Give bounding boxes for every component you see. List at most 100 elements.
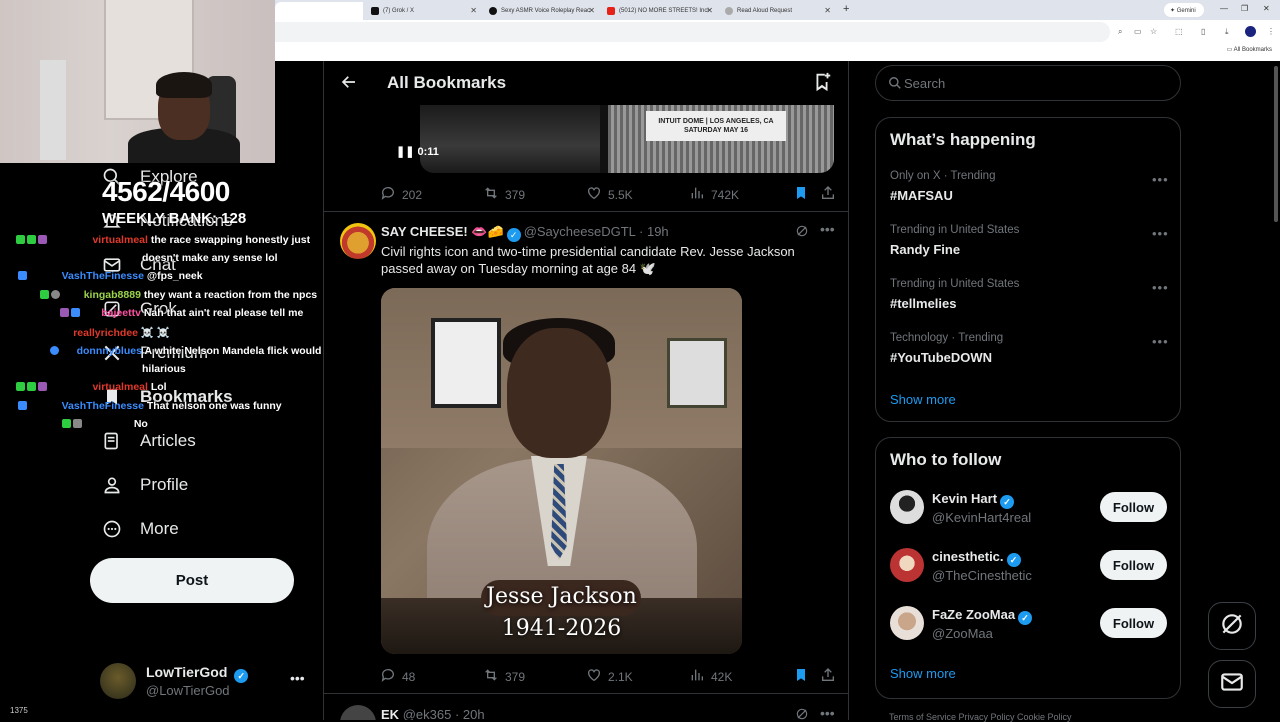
extensions-icon[interactable]: ⬚ — [1175, 27, 1183, 36]
zoom-icon[interactable]: ⌕ — [1118, 27, 1122, 37]
views-button[interactable]: 42K — [689, 667, 732, 686]
repost-button[interactable]: 379 — [483, 185, 525, 204]
nav-more[interactable]: More — [100, 514, 179, 544]
show-more-link[interactable]: Show more — [890, 392, 956, 407]
account-name[interactable]: LowTierGod ✓ — [146, 664, 251, 683]
scrollbar-thumb[interactable] — [1274, 66, 1278, 222]
reply-icon — [380, 185, 396, 204]
nav-profile[interactable]: Profile — [100, 470, 188, 500]
browser-tab-read-aloud[interactable]: Read Aloud Request ✕ — [717, 2, 835, 20]
trend-item[interactable]: #YouTubeDOWN — [890, 350, 992, 365]
reply-button[interactable]: 202 — [380, 185, 422, 204]
gemini-button[interactable]: ✦ Gemini — [1164, 3, 1204, 17]
post-image[interactable]: Jesse Jackson 1941-2026 — [381, 288, 742, 654]
grok-icon[interactable] — [795, 707, 809, 720]
messages-fab-button[interactable] — [1208, 660, 1256, 708]
articles-icon — [100, 429, 124, 453]
grok-icon[interactable] — [795, 224, 809, 241]
cast-icon[interactable]: ▭ — [1134, 27, 1142, 36]
share-button[interactable] — [820, 185, 836, 204]
verified-icon: ✓ — [1018, 611, 1033, 625]
reply-button[interactable]: 48 — [380, 667, 415, 686]
avatar[interactable] — [890, 548, 924, 582]
post-time[interactable]: · 19h — [639, 224, 669, 239]
video-media[interactable]: INTUIT DOME | LOS ANGELES, CA SATURDAY M… — [420, 105, 834, 173]
sidebar-icon[interactable]: ▯ — [1201, 27, 1205, 36]
more-horizontal-icon[interactable]: ••• — [1152, 280, 1169, 295]
footer-links[interactable]: Terms of Service Privacy Policy Cookie P… — [889, 712, 1072, 722]
reply-icon — [380, 667, 396, 686]
goal-counter: 4562/4600 — [102, 176, 230, 207]
trend-item[interactable]: #tellmelies — [890, 296, 957, 311]
star-icon[interactable]: ☆ — [1150, 27, 1157, 36]
avatar[interactable] — [340, 705, 376, 720]
share-icon — [820, 667, 836, 686]
add-bookmark-folder-icon[interactable] — [811, 71, 833, 98]
follow-button[interactable]: Follow — [1100, 550, 1167, 580]
more-horizontal-icon[interactable]: ••• — [290, 670, 305, 686]
bookmark-button[interactable] — [793, 185, 809, 204]
follow-name[interactable]: Kevin Hart ✓ — [932, 491, 1017, 509]
viewer-count: 1375 — [10, 706, 28, 715]
download-icon[interactable]: ⤓ — [1225, 27, 1229, 37]
new-tab-icon[interactable]: + — [843, 3, 849, 15]
chat-message: VashTheFinesse @fps_neek — [18, 270, 203, 282]
verified-icon: ✓ — [1006, 553, 1021, 567]
back-arrow-icon[interactable] — [340, 73, 358, 96]
more-horizontal-icon[interactable]: ••• — [1152, 172, 1169, 187]
panel-title: What’s happening — [890, 130, 1036, 149]
like-button[interactable]: 5.5K — [586, 185, 633, 204]
close-tab-icon[interactable]: ✕ — [588, 6, 595, 15]
more-horizontal-icon[interactable]: ••• — [1152, 226, 1169, 241]
chat-message: virtualmeal the race swapping honestly j… — [16, 234, 310, 246]
avatar[interactable] — [890, 490, 924, 524]
mail-icon — [1219, 669, 1245, 700]
more-horizontal-icon[interactable]: ••• — [820, 221, 835, 237]
restore-icon[interactable]: ❐ — [1241, 4, 1248, 13]
trend-item[interactable]: #MAFSAU — [890, 188, 953, 203]
post-author-handle[interactable]: @SaycheeseDGTL — [524, 224, 636, 239]
minimize-icon[interactable]: — — [1220, 4, 1228, 13]
views-button[interactable]: 742K — [689, 185, 739, 204]
bookmark-filled-icon — [793, 667, 809, 686]
avatar[interactable] — [340, 223, 376, 259]
follow-button[interactable]: Follow — [1100, 492, 1167, 522]
close-window-icon[interactable]: ✕ — [1263, 4, 1270, 13]
nav-articles[interactable]: Articles — [100, 426, 196, 456]
bookmarks-timeline[interactable]: All Bookmarks INTUIT DOME | LOS ANGELES,… — [323, 61, 849, 720]
close-tab-icon[interactable]: ✕ — [824, 6, 831, 15]
more-horizontal-icon[interactable]: ••• — [820, 705, 835, 720]
repost-button[interactable]: 379 — [483, 667, 525, 686]
post-button[interactable]: Post — [90, 558, 294, 603]
like-button[interactable]: 2.1K — [586, 667, 633, 686]
all-bookmarks-link[interactable]: ▭ All Bookmarks — [1227, 46, 1272, 53]
browser-tab-asmr[interactable]: Sexy ASMR Voice Roleplay Reac ✕ — [481, 2, 599, 20]
video-timer[interactable]: ❚❚ 0:11 — [396, 145, 439, 158]
profile-avatar[interactable] — [1245, 26, 1256, 37]
follow-name[interactable]: FaZe ZooMaa ✓ — [932, 607, 1035, 625]
address-field[interactable] — [275, 22, 1110, 42]
close-tab-icon[interactable]: ✕ — [706, 6, 713, 15]
grok-fab-button[interactable] — [1208, 602, 1256, 650]
grok-icon — [1219, 611, 1245, 642]
avatar[interactable] — [100, 663, 136, 699]
post-author-name[interactable]: SAY CHEESE! 👄🧀 — [381, 224, 504, 239]
share-button[interactable] — [820, 667, 836, 686]
avatar[interactable] — [890, 606, 924, 640]
follow-button[interactable]: Follow — [1100, 608, 1167, 638]
x-logo-icon — [371, 7, 379, 15]
post-text: Civil rights icon and two-time president… — [381, 244, 795, 276]
bookmark-button[interactable] — [793, 667, 809, 686]
browser-tab-grok[interactable]: (7) Grok / X ✕ — [363, 2, 481, 20]
close-tab-icon[interactable]: ✕ — [470, 6, 477, 15]
search-input[interactable]: Search — [875, 65, 1181, 101]
pause-icon[interactable]: ❚❚ — [396, 146, 414, 158]
more-horizontal-icon[interactable]: ••• — [1152, 334, 1169, 349]
ticket-text: INTUIT DOME | LOS ANGELES, CA SATURDAY M… — [646, 111, 786, 141]
menu-icon[interactable]: ⋮ — [1267, 27, 1275, 36]
show-more-link[interactable]: Show more — [890, 666, 956, 681]
browser-tab-youtube[interactable]: (5012) NO MORE STREETS! Incl ✕ — [599, 2, 717, 20]
trend-item[interactable]: Randy Fine — [890, 242, 960, 257]
follow-name[interactable]: cinesthetic. ✓ — [932, 549, 1024, 567]
image-caption-name: Jesse Jackson — [486, 584, 637, 609]
